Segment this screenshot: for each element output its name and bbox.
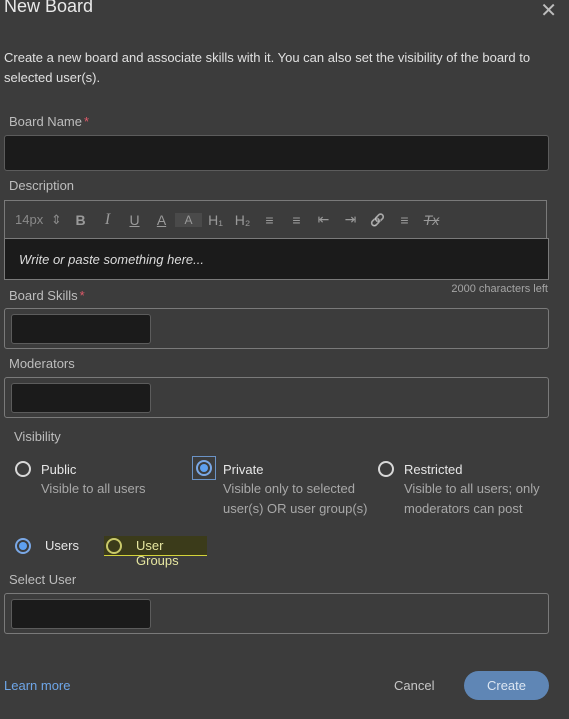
required-mark: * — [83, 114, 90, 129]
close-icon[interactable]: ✕ — [540, 0, 557, 23]
board-skills-label: Board Skills * — [9, 288, 85, 303]
required-mark: * — [79, 288, 85, 303]
italic-icon[interactable]: I — [94, 211, 121, 229]
description-editor[interactable]: Write or paste something here... — [4, 238, 549, 280]
user-groups-label: User Groups — [136, 538, 179, 568]
dialog-title: New Board — [4, 0, 94, 16]
private-radio[interactable] — [196, 460, 212, 476]
editor-toolbar: 14px ⇕ B I U A A H₁ H₂ ≡ ≡ ⇤ ⇥ 🔗 ≡ Tx — [4, 200, 547, 238]
visibility-label: Visibility — [14, 429, 61, 444]
underline-icon[interactable]: U — [121, 212, 148, 228]
outdent-icon[interactable]: ⇤ — [310, 211, 337, 228]
board-skills-label-text: Board Skills — [9, 288, 78, 303]
indent-icon[interactable]: ⇥ — [337, 211, 364, 228]
create-button[interactable]: Create — [464, 671, 549, 700]
bullet-list-icon[interactable]: ≡ — [283, 212, 310, 228]
description-label: Description — [9, 178, 75, 193]
bold-icon[interactable]: B — [67, 212, 94, 228]
private-desc-line1: Visible only to selected — [223, 481, 356, 496]
visibility-public[interactable] — [15, 461, 31, 482]
moderators-label: Moderators — [9, 356, 75, 371]
dialog-intro: Create a new board and associate skills … — [4, 50, 531, 85]
visibility-restricted[interactable] — [378, 461, 394, 482]
private-desc-line2: user(s) OR user group(s) — [223, 501, 368, 516]
background-color-icon[interactable]: A — [175, 212, 202, 227]
heading2-icon[interactable]: H₂ — [229, 212, 256, 228]
user-groups-radio[interactable] — [106, 538, 122, 554]
align-icon[interactable]: ≡ — [391, 212, 418, 228]
learn-more-link[interactable]: Learn more — [4, 678, 70, 693]
public-title: Public — [41, 462, 77, 477]
users-radio[interactable] — [15, 538, 31, 554]
restricted-desc-line1: Visible to all users; only — [404, 481, 540, 496]
board-name-input[interactable] — [4, 135, 549, 171]
heading1-icon[interactable]: H₁ — [202, 212, 229, 228]
font-size-value: 14px — [15, 211, 44, 227]
link-icon[interactable]: 🔗 — [364, 213, 391, 227]
moderators-field[interactable] — [4, 377, 549, 418]
public-radio[interactable] — [15, 461, 31, 477]
user-groups-option[interactable]: User Groups — [104, 536, 207, 568]
select-user-label: Select User — [9, 572, 77, 587]
visibility-private[interactable] — [192, 456, 216, 480]
ordered-list-icon[interactable]: ≡ — [256, 212, 283, 228]
board-name-label-text: Board Name — [9, 114, 82, 129]
restricted-title: Restricted — [404, 462, 463, 477]
characters-left: 2000 characters left — [451, 283, 548, 295]
board-name-label: Board Name * — [9, 114, 89, 129]
select-user-field[interactable] — [4, 593, 549, 634]
select-user-input[interactable] — [11, 599, 151, 629]
moderators-input[interactable] — [11, 383, 151, 413]
font-color-icon[interactable]: A — [148, 212, 175, 228]
board-skills-input[interactable] — [11, 314, 151, 344]
private-title: Private — [223, 462, 264, 477]
clear-format-icon[interactable]: Tx — [418, 212, 445, 228]
public-desc: Visible to all users — [41, 481, 146, 496]
cancel-button[interactable]: Cancel — [394, 678, 434, 693]
restricted-desc-line2: moderators can post — [404, 501, 523, 516]
users-option[interactable] — [15, 538, 31, 559]
users-label: Users — [45, 538, 79, 553]
font-size-arrows-icon: ⇕ — [50, 211, 62, 227]
font-size-select[interactable]: 14px ⇕ — [15, 212, 67, 228]
board-skills-field[interactable] — [4, 308, 549, 349]
restricted-radio[interactable] — [378, 461, 394, 477]
